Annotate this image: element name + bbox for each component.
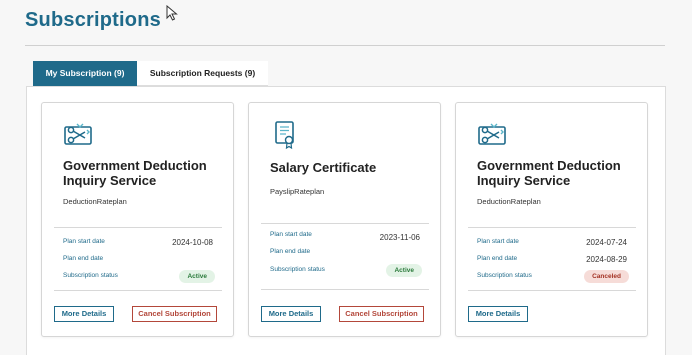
plan-start-label: Plan start date — [477, 238, 519, 245]
tab-my-subscription[interactable]: My Subscription (9) — [33, 61, 137, 86]
subscription-title: Government Deduction Inquiry Service — [477, 158, 621, 188]
status-label: Subscription status — [63, 272, 118, 279]
subscription-card: Government Deduction Inquiry Service Ded… — [41, 102, 234, 337]
mouse-cursor-icon — [166, 5, 178, 21]
rateplan-name: DeductionRateplan — [477, 197, 541, 206]
card-divider — [261, 223, 429, 224]
plan-end-value: 2024-08-29 — [586, 255, 627, 264]
subscription-title: Salary Certificate — [270, 160, 377, 175]
status-badge: Active — [386, 264, 422, 277]
more-details-button[interactable]: More Details — [54, 306, 114, 322]
status-label: Subscription status — [270, 266, 325, 273]
subscription-title: Government Deduction Inquiry Service — [63, 158, 207, 188]
plan-end-label: Plan end date — [270, 248, 311, 255]
status-badge: Canceled — [584, 270, 629, 283]
plan-start-value: 2024-07-24 — [586, 238, 627, 247]
plan-start-value: 2024-10-08 — [172, 238, 213, 247]
status-badge: Active — [179, 270, 215, 283]
scissors-ticket-icon — [64, 123, 92, 145]
page-title: Subscriptions — [25, 9, 161, 31]
certificate-icon — [275, 121, 294, 150]
scissors-ticket-icon — [478, 123, 506, 145]
cancel-subscription-button[interactable]: Cancel Subscription — [339, 306, 424, 322]
more-details-button[interactable]: More Details — [468, 306, 528, 322]
plan-start-value: 2023-11-06 — [379, 233, 420, 242]
rateplan-name: DeductionRateplan — [63, 197, 127, 206]
card-divider — [54, 290, 222, 291]
plan-start-label: Plan start date — [270, 231, 312, 238]
card-divider — [54, 227, 222, 228]
subscription-card: Salary Certificate PayslipRateplan Plan … — [248, 102, 441, 337]
title-divider — [25, 45, 665, 46]
cancel-subscription-button[interactable]: Cancel Subscription — [132, 306, 217, 322]
card-divider — [468, 227, 636, 228]
plan-end-label: Plan end date — [477, 255, 518, 262]
tab-bar: My Subscription (9) Subscription Request… — [33, 61, 268, 86]
subscription-card: Government Deduction Inquiry Service Ded… — [455, 102, 648, 337]
plan-start-label: Plan start date — [63, 238, 105, 245]
tab-subscription-requests[interactable]: Subscription Requests (9) — [137, 61, 268, 86]
rateplan-name: PayslipRateplan — [270, 187, 325, 196]
plan-end-label: Plan end date — [63, 255, 104, 262]
card-divider — [468, 290, 636, 291]
status-label: Subscription status — [477, 272, 532, 279]
card-divider — [261, 289, 429, 290]
more-details-button[interactable]: More Details — [261, 306, 321, 322]
